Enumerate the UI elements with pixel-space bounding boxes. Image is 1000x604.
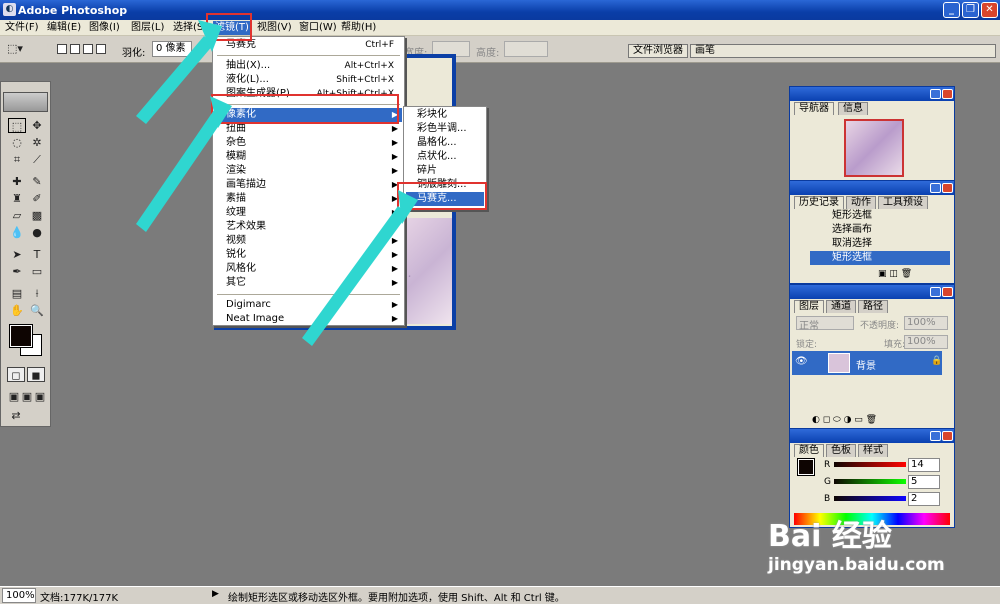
tab-tool-presets[interactable]: 工具预设 xyxy=(878,196,928,209)
panel-titlebar xyxy=(790,87,954,101)
baidu-watermark: Bai 经验 jingyan.baidu.com xyxy=(768,520,945,576)
status-hint: 绘制矩形选区或移动选区外框。要用附加选项，使用 Shift、Alt 和 Ctrl… xyxy=(228,593,565,604)
close-panel-icon[interactable] xyxy=(942,183,953,193)
history-row[interactable]: 取消选择 xyxy=(810,237,950,251)
channel-g-label: G xyxy=(824,477,831,487)
close-panel-icon[interactable] xyxy=(942,431,953,441)
zoom-field[interactable]: 100% xyxy=(2,588,36,603)
status-bar: 100% 文档:177K/177K ▶ 绘制矩形选区或移动选区外框。要用附加选项… xyxy=(0,586,1000,604)
history-footer-icons[interactable]: ▣ ◫ 🗑 xyxy=(878,269,912,279)
panel-titlebar xyxy=(790,285,954,299)
watermark-url: jingyan.baidu.com xyxy=(768,555,945,575)
tab-channels[interactable]: 通道 xyxy=(826,300,856,313)
channel-b-label: B xyxy=(824,494,831,504)
tab-actions[interactable]: 动作 xyxy=(846,196,876,209)
tab-paths[interactable]: 路径 xyxy=(858,300,888,313)
tab-navigator[interactable]: 导航器 xyxy=(794,102,834,115)
layer-thumbnail xyxy=(828,353,850,373)
panel-titlebar xyxy=(790,181,954,195)
lock-icon: 🔒 xyxy=(931,356,943,366)
channel-r-slider[interactable] xyxy=(834,462,906,467)
color-panel: 颜色 色板 样式 R 14 G 5 B 2 xyxy=(789,428,955,528)
play-arrow-icon[interactable]: ▶ xyxy=(212,589,219,599)
layer-name: 背景 xyxy=(856,361,876,372)
minimize-panel-icon[interactable] xyxy=(930,431,941,441)
tab-info[interactable]: 信息 xyxy=(838,102,868,115)
channel-r-label: R xyxy=(824,460,831,470)
fill-label: 填充: xyxy=(884,340,906,350)
layers-panel: 图层 通道 路径 正常 不透明度: 100% 锁定: 填充: 100% 👁 背景… xyxy=(789,284,955,430)
tab-history[interactable]: 历史记录 xyxy=(794,196,844,209)
history-row[interactable]: 矩形选框 xyxy=(810,209,950,223)
close-panel-icon[interactable] xyxy=(942,287,953,297)
opacity-label: 不透明度: xyxy=(860,321,900,331)
opacity-input[interactable]: 100% xyxy=(904,316,948,330)
navigator-panel: 导航器 信息 xyxy=(789,86,955,182)
watermark-brand: Bai 经验 xyxy=(768,519,892,554)
document-size[interactable]: 文档:177K/177K xyxy=(40,589,118,604)
tab-styles[interactable]: 样式 xyxy=(858,444,888,457)
channel-r-input[interactable]: 14 xyxy=(908,458,940,472)
tab-swatches[interactable]: 色板 xyxy=(826,444,856,457)
minimize-panel-icon[interactable] xyxy=(930,89,941,99)
channel-b-input[interactable]: 2 xyxy=(908,492,940,506)
lock-label: 锁定: xyxy=(796,340,818,350)
blend-mode-select[interactable]: 正常 xyxy=(796,316,854,332)
history-row-selected[interactable]: 矩形选框 xyxy=(810,251,950,265)
arrow-to-pixelate-icon xyxy=(136,110,224,232)
minimize-panel-icon[interactable] xyxy=(930,183,941,193)
channel-b-slider[interactable] xyxy=(834,496,906,501)
channel-g-input[interactable]: 5 xyxy=(908,475,940,489)
tab-layers[interactable]: 图层 xyxy=(794,300,824,313)
minimize-panel-icon[interactable] xyxy=(930,287,941,297)
channel-g-slider[interactable] xyxy=(834,479,906,484)
visibility-eye-icon[interactable]: 👁 xyxy=(795,356,808,367)
history-row[interactable]: 选择画布 xyxy=(810,223,950,237)
arrow-to-filter-icon xyxy=(136,36,214,124)
layer-row-background[interactable]: 👁 背景 🔒 xyxy=(792,351,942,375)
tab-color[interactable]: 颜色 xyxy=(794,444,824,457)
close-panel-icon[interactable] xyxy=(942,89,953,99)
fill-input[interactable]: 100% xyxy=(904,335,948,349)
navigator-thumbnail[interactable] xyxy=(844,119,904,177)
layers-footer-icons[interactable]: ◐ ◻ ⬭ ◑ ▭ 🗑 xyxy=(812,415,877,425)
panel-titlebar xyxy=(790,429,954,443)
arrow-to-mosaic-icon xyxy=(302,206,408,346)
history-panel: 历史记录 动作 工具预设 矩形选框 选择画布 取消选择 矩形选框 ▣ ◫ 🗑 xyxy=(789,180,955,284)
color-fg-swatch[interactable] xyxy=(797,458,815,476)
